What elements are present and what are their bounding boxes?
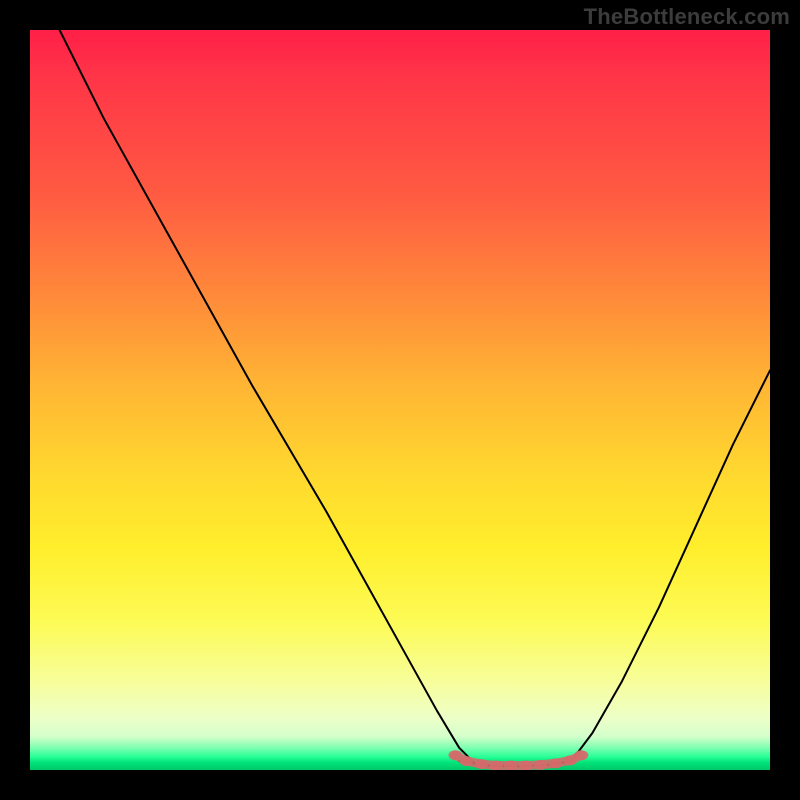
series-right-arm bbox=[570, 370, 770, 762]
chart-frame: TheBottleneck.com bbox=[0, 0, 800, 800]
chart-svg bbox=[30, 30, 770, 770]
watermark-text: TheBottleneck.com bbox=[584, 4, 790, 30]
bottom-marker bbox=[449, 750, 463, 760]
bottom-marker bbox=[460, 756, 474, 766]
bottom-marker bbox=[474, 759, 488, 769]
plot-area bbox=[30, 30, 770, 770]
series-left-arm bbox=[60, 30, 474, 763]
bottom-marker bbox=[548, 758, 562, 768]
bottom-marker-connector bbox=[456, 755, 582, 765]
bottom-marker bbox=[574, 750, 588, 760]
bottom-marker bbox=[534, 760, 548, 770]
